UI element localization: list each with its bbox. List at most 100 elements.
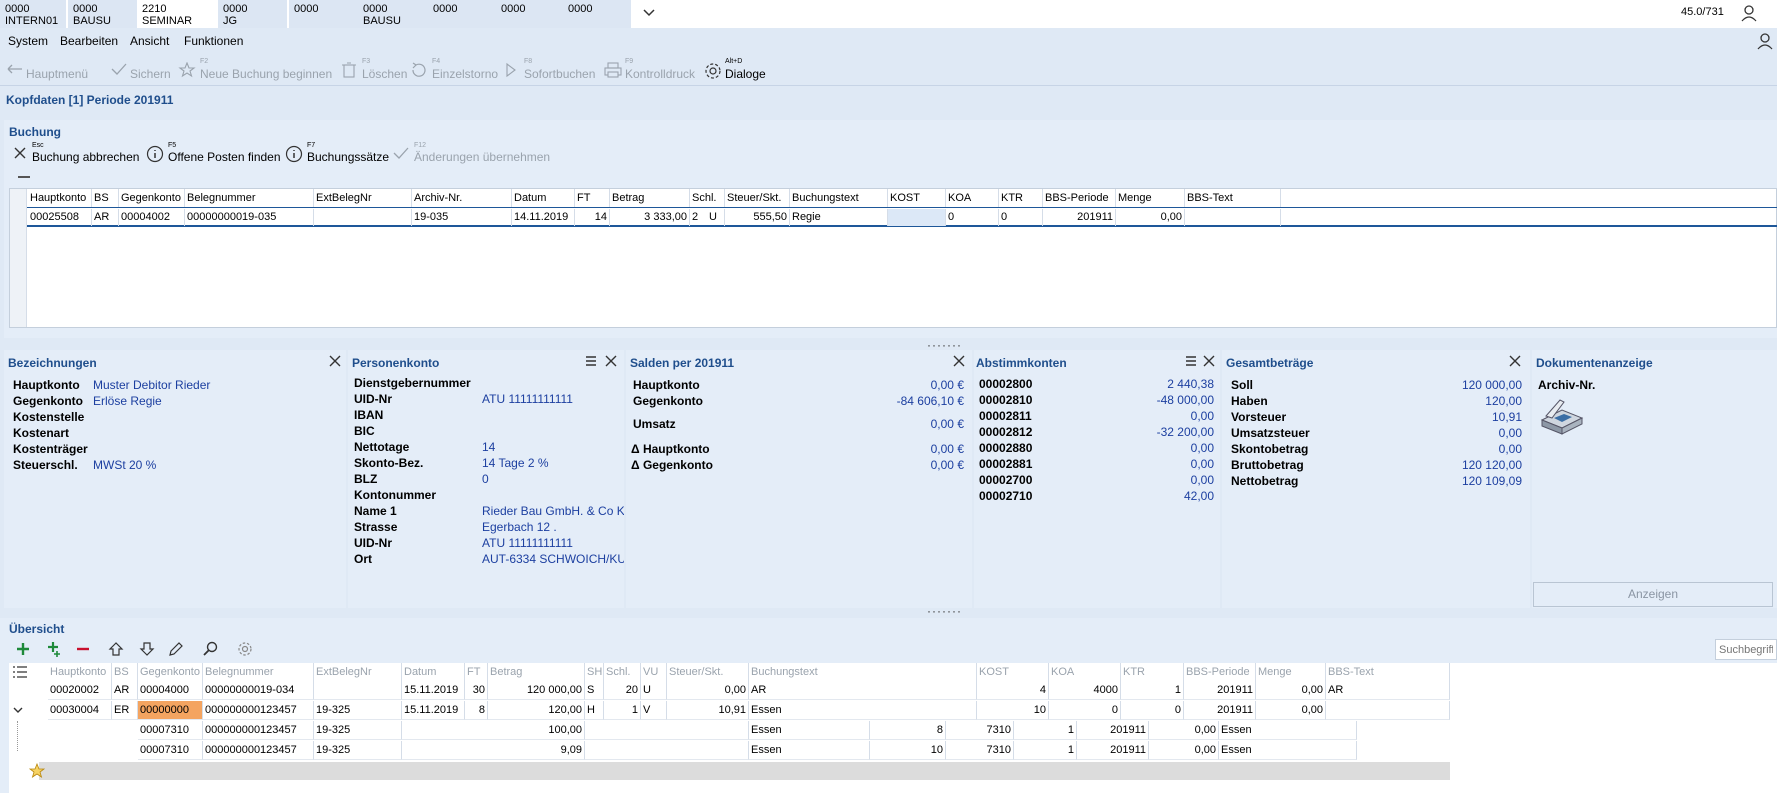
cell-bbs-periode[interactable]: 201911 xyxy=(1184,681,1256,700)
col-header[interactable]: Datum xyxy=(402,663,465,681)
col-header[interactable]: Steuer/Skt. xyxy=(667,663,749,681)
add-icon[interactable] xyxy=(15,641,31,657)
close-icon[interactable] xyxy=(952,354,966,368)
cell-bbs-periode[interactable]: 201911 xyxy=(1184,701,1256,720)
col-header[interactable]: Menge xyxy=(1116,189,1185,207)
splitter-handle-2[interactable]: ······· xyxy=(927,604,962,618)
cell-schl[interactable]: 2 xyxy=(690,209,707,226)
menu-ansicht[interactable]: Ansicht xyxy=(130,34,169,48)
tab-0000-c[interactable]: 0000 xyxy=(496,0,563,28)
user-settings-icon[interactable] xyxy=(1757,32,1773,50)
cell-vu[interactable]: U xyxy=(641,681,667,700)
move-down-icon[interactable] xyxy=(139,641,155,657)
collapse-icon[interactable] xyxy=(18,176,30,178)
user-icon[interactable] xyxy=(1741,4,1757,22)
col-header[interactable]: Menge xyxy=(1256,663,1326,681)
pencil-icon[interactable] xyxy=(168,641,184,657)
cell-bbs-periode[interactable]: 201911 xyxy=(1077,741,1149,760)
search-icon[interactable] xyxy=(203,641,219,657)
cell-bbs-text[interactable] xyxy=(1326,701,1450,720)
cell-ft[interactable]: 14 xyxy=(575,209,610,226)
cell-kost[interactable]: 8 xyxy=(870,721,946,740)
col-header[interactable]: Belegnummer xyxy=(203,663,314,681)
col-header[interactable]: Buchungstext xyxy=(749,663,977,681)
cell-gegenkonto[interactable]: 00004002 xyxy=(119,209,185,226)
close-icon[interactable] xyxy=(328,354,342,368)
cell-vu[interactable]: V xyxy=(641,701,667,720)
col-header[interactable]: BBS-Periode xyxy=(1184,663,1256,681)
cell-bbs-text[interactable]: Essen xyxy=(1219,721,1357,740)
cell-steuer[interactable]: 0,00 xyxy=(667,681,749,700)
cell-belegnummer[interactable]: 00000000019-034 xyxy=(203,681,314,700)
cell-extbelegnr[interactable]: 19-325 xyxy=(314,701,402,720)
col-header[interactable]: Belegnummer xyxy=(185,189,314,207)
menu-funktionen[interactable]: Funktionen xyxy=(184,34,243,48)
cell-menge[interactable]: 0,00 xyxy=(1256,701,1326,720)
cell-betrag[interactable]: 120,00 xyxy=(488,701,585,720)
cell-betrag[interactable]: 3 333,00 xyxy=(610,209,690,226)
cell-buchungstext[interactable]: Essen xyxy=(749,701,977,720)
search-input[interactable] xyxy=(1715,639,1777,660)
cell-extbelegnr[interactable]: 19-325 xyxy=(314,741,402,760)
col-header[interactable]: Archiv-Nr. xyxy=(412,189,512,207)
cell-koa[interactable]: 4000 xyxy=(1049,681,1121,700)
cell-schl[interactable]: 1 xyxy=(604,701,641,720)
cell-bs[interactable]: AR xyxy=(92,209,119,226)
cell-bbs-text[interactable]: AR xyxy=(1326,681,1450,700)
tab-0000-a[interactable]: 0000 xyxy=(289,0,358,28)
col-header[interactable]: BS xyxy=(112,663,138,681)
cell-steuer[interactable]: 555,50 xyxy=(725,209,790,226)
cell-belegnummer[interactable]: 000000000123457 xyxy=(203,741,314,760)
tab-seminar[interactable]: 2210 SEMINAR xyxy=(137,0,218,28)
cell-buchungstext[interactable]: Essen xyxy=(749,721,870,740)
col-header[interactable]: BBS-Periode xyxy=(1043,189,1116,207)
col-header[interactable]: Gegenkonto xyxy=(138,663,203,681)
cell-kost[interactable]: 10 xyxy=(977,701,1049,720)
cell-betrag[interactable]: 100,00 xyxy=(402,721,585,740)
cell-hauptkonto[interactable]: 00025508 xyxy=(28,209,92,226)
menu-bearbeiten[interactable]: Bearbeiten xyxy=(60,34,118,48)
cell-bbs-text[interactable]: Essen xyxy=(1219,741,1357,760)
cell-bbs-periode[interactable]: 201911 xyxy=(1043,209,1116,226)
move-up-icon[interactable] xyxy=(108,641,124,657)
cell-buchungstext[interactable]: AR xyxy=(749,681,977,700)
close-icon[interactable] xyxy=(1202,354,1216,368)
cell-ktr[interactable]: 1 xyxy=(1014,721,1077,740)
cell-steuer[interactable]: 10,91 xyxy=(667,701,749,720)
cell-datum[interactable]: 14.11.2019 xyxy=(512,209,575,226)
chevron-down-icon[interactable] xyxy=(640,4,658,22)
tab-bausu-2[interactable]: 0000 BAUSU xyxy=(358,0,428,28)
tab-jg[interactable]: 0000 JG xyxy=(218,0,287,28)
cell-bbs-periode[interactable]: 201911 xyxy=(1077,721,1149,740)
cell-buchungstext[interactable]: Essen xyxy=(749,741,870,760)
cell-ft[interactable]: 8 xyxy=(465,701,488,720)
cell-ktr[interactable]: 0 xyxy=(1121,701,1184,720)
cell-ktr[interactable]: 0 xyxy=(999,209,1043,226)
menu-system[interactable]: System xyxy=(8,34,48,48)
col-header[interactable]: FT xyxy=(465,663,488,681)
col-header[interactable]: SH xyxy=(585,663,604,681)
cell-sh[interactable]: S xyxy=(585,681,604,700)
cell-ft[interactable]: 30 xyxy=(465,681,488,700)
cell-extbelegnr[interactable]: 19-325 xyxy=(314,721,402,740)
close-icon[interactable] xyxy=(604,354,618,368)
col-header[interactable]: FT xyxy=(575,189,610,207)
cell-menge[interactable]: 0,00 xyxy=(1149,741,1219,760)
cell-betrag[interactable]: 9,09 xyxy=(402,741,585,760)
anzeigen-button[interactable]: Anzeigen xyxy=(1533,582,1773,607)
col-header[interactable]: KTR xyxy=(1121,663,1184,681)
col-header[interactable]: Hauptkonto xyxy=(48,663,112,681)
col-header[interactable]: VU xyxy=(641,663,667,681)
cell-extbelegnr[interactable] xyxy=(314,209,412,226)
cell-gegenkonto[interactable]: 00007310 xyxy=(138,721,203,740)
cell-gegenkonto[interactable]: 00004000 xyxy=(138,681,203,700)
cell-bbs-text[interactable] xyxy=(1185,209,1281,226)
cell-extbelegnr[interactable] xyxy=(314,681,402,700)
cell-koa[interactable]: 0 xyxy=(1049,701,1121,720)
new-row[interactable] xyxy=(39,762,1450,780)
col-header[interactable]: Betrag xyxy=(610,189,690,207)
col-header[interactable]: BBS-Text xyxy=(1185,189,1281,207)
cell-kost[interactable] xyxy=(888,209,946,226)
cell-koa[interactable]: 7310 xyxy=(946,721,1014,740)
list-icon[interactable] xyxy=(12,665,28,679)
